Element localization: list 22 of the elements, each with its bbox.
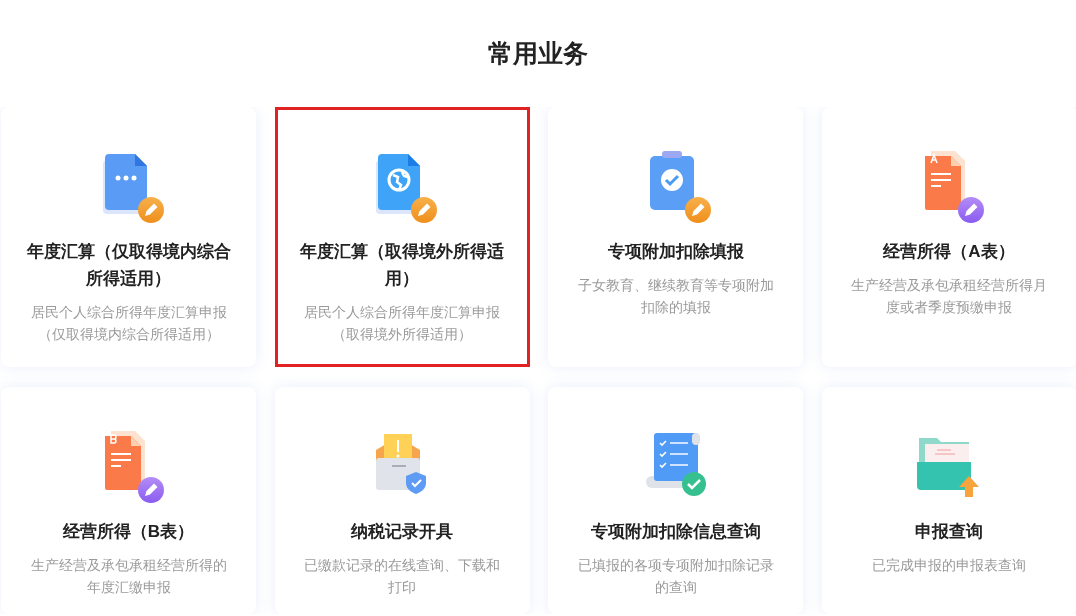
section-title: 常用业务: [488, 38, 588, 69]
card-description: 已填报的各项专项附加扣除记录的查询: [576, 556, 775, 597]
card-title: 经营所得（A表）: [882, 241, 1016, 263]
card-title: 纳税记录开具: [350, 521, 454, 543]
card-title: 专项附加扣除填报: [606, 241, 745, 263]
service-card[interactable]: 专项附加扣除填报 子女教育、继续教育等专项附加扣除的填报: [548, 107, 803, 367]
card-description: 生产经营及承包承租经营所得的年度汇缴申报: [29, 556, 228, 597]
card-description: 居民个人综合所得年度汇算申报（仅取得境内综合所得适用）: [29, 303, 228, 344]
card-description: 已缴款记录的在线查询、下载和打印: [303, 556, 501, 597]
card-description: 子女教育、继续教育等专项附加扣除的填报: [576, 276, 775, 317]
card-title: 专项附加扣除信息查询: [589, 521, 762, 543]
card-title: 年度汇算（取得境外所得适用）: [299, 241, 505, 290]
card-title: 经营所得（B表）: [61, 521, 196, 543]
service-card[interactable]: 年度汇算（仅取得境内综合所得适用） 居民个人综合所得年度汇算申报（仅取得境内综合所得适用）: [1, 107, 256, 367]
service-card[interactable]: 经营所得（B表） 生产经营及承包承租经营所得的年度汇缴申报: [1, 387, 256, 614]
selected-service-card[interactable]: 年度汇算（取得境外所得适用） 居民个人综合所得年度汇算申报（取得境外所得适用）: [274, 107, 530, 367]
card-description: 生产经营及承包承租经营所得月度或者季度预缴申报: [850, 276, 1048, 317]
card-description: 居民个人综合所得年度汇算申报（取得境外所得适用）: [303, 303, 501, 344]
card-description: 已完成申报的申报表查询: [871, 556, 1027, 575]
card-title: 申报查询: [914, 521, 984, 543]
service-card[interactable]: 专项附加扣除信息查询 已填报的各项专项附加扣除记录的查询: [548, 387, 803, 614]
card-title: 年度汇算（仅取得境内综合所得适用）: [25, 241, 232, 290]
